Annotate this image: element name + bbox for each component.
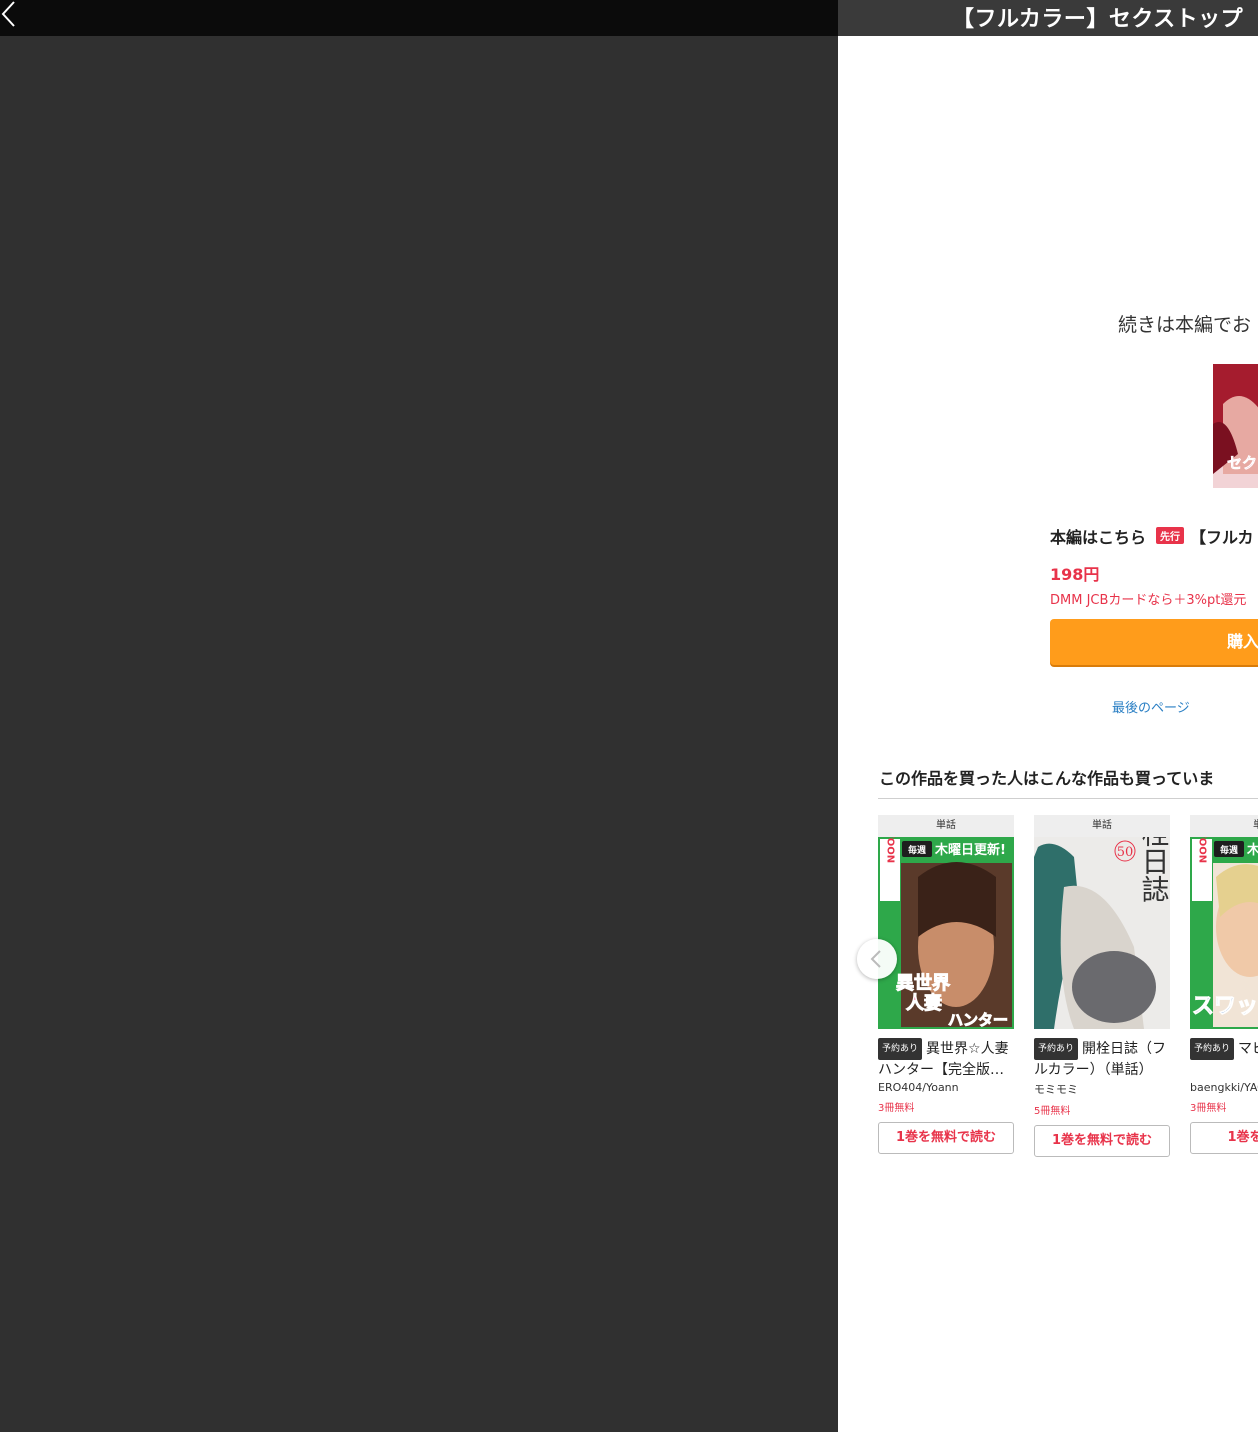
- cover-logo-text: TOON: [1197, 837, 1208, 863]
- page-title: 【フルカラー】セクストップ: [952, 7, 1244, 32]
- card-title-text: マピング【完: [1238, 1041, 1258, 1057]
- card-author: モミモミ: [1034, 1083, 1078, 1096]
- cover-update-text: 木曜日更新!: [934, 842, 1006, 858]
- viewer-dark-area: [0, 36, 838, 1432]
- card-title[interactable]: 予約ありマピング【完: [1190, 1038, 1258, 1078]
- cover-title: スワッピング: [1192, 993, 1258, 1019]
- buy-button-label: 購入: [1227, 632, 1258, 651]
- cover-title-line-1: 異世界: [896, 973, 950, 994]
- main-edition-label: 本編はこちら: [1050, 528, 1147, 547]
- cover-issue-number: 50: [1117, 845, 1134, 860]
- recommendation-card[interactable]: 単話 毎週 木曜日更新! TOON 異世界 人妻 ハンター 予約あり 異世界☆人妻…: [878, 815, 1014, 1154]
- cover-title-line-3: ハンター: [948, 1011, 1008, 1029]
- card-cover-image[interactable]: 毎週 木 TOON スワッピング: [1190, 837, 1258, 1029]
- card-author: ERO404/Yoann: [878, 1081, 959, 1094]
- card-title[interactable]: 予約あり 開栓日誌（フルカラー）（単話）: [1034, 1038, 1170, 1078]
- read-free-button[interactable]: 1巻を無料: [1190, 1122, 1258, 1154]
- card-type-label: 単話: [878, 815, 1014, 837]
- cover-update-text: 木: [1246, 842, 1258, 858]
- card-title[interactable]: 予約あり 異世界☆人妻ハンター【完全版…: [878, 1038, 1014, 1078]
- jcb-point-note: DMM JCBカードなら＋3%pt還元: [1050, 593, 1247, 608]
- cover-logo-text: TOON: [885, 837, 896, 863]
- main-cover-logo: セク: [1227, 454, 1257, 472]
- card-type-label: 単話: [1034, 815, 1170, 837]
- card-type-label: 単: [1190, 815, 1258, 837]
- end-page-panel: 【フルカラー】セクストップ 続きは本編でお セク 本編はこちら 先行 【フルカ 19…: [838, 0, 1258, 1432]
- cover-weekly-text: 毎週: [908, 844, 927, 856]
- buy-button[interactable]: 購入: [1050, 619, 1258, 665]
- card-free-count: 3冊無料: [878, 1103, 915, 1114]
- chevron-left-icon: [870, 950, 881, 968]
- cover-title: 開栓日誌: [1138, 837, 1171, 903]
- last-page-link[interactable]: 最後のページ: [1112, 697, 1190, 716]
- back-button[interactable]: [0, 0, 24, 30]
- card-cover-image[interactable]: 毎週 木曜日更新! TOON 異世界 人妻 ハンター: [878, 837, 1014, 1029]
- card-author: baengkki/YAG: [1190, 1081, 1258, 1094]
- carousel-prev-button[interactable]: [857, 939, 897, 979]
- recommendation-heading: この作品を買った人はこんな作品も買っていま: [879, 769, 1215, 788]
- card-free-count: 5冊無料: [1034, 1106, 1071, 1117]
- preview-badge: 先行: [1156, 527, 1185, 544]
- price: 198円: [1050, 565, 1100, 584]
- recommendation-card[interactable]: 単話 50 開栓日誌 予約あり 開栓日誌（フルカラー）（単話） モミモミ 5冊無料…: [1034, 815, 1170, 1157]
- chevron-left-icon: [1, 1, 15, 27]
- title-bar: 【フルカラー】セクストップ: [838, 0, 1258, 36]
- main-edition-line[interactable]: 本編はこちら 先行 【フルカ: [1050, 524, 1254, 548]
- reserve-badge: 予約あり: [1034, 1038, 1079, 1060]
- read-free-button[interactable]: 1巻を無料で読む: [878, 1122, 1014, 1154]
- cover-title-line-2: 人妻: [906, 993, 942, 1014]
- main-cover-image[interactable]: セク: [1213, 364, 1258, 488]
- card-free-count: 3冊無料: [1190, 1103, 1227, 1114]
- card-cover-image[interactable]: 50 開栓日誌: [1034, 837, 1170, 1029]
- recommendation-card[interactable]: 単 毎週 木 TOON スワッピング 予約ありマピング【完 baengkki/Y…: [1190, 815, 1258, 1154]
- divider: [878, 798, 1258, 799]
- cover-weekly-text: 毎週: [1220, 844, 1239, 856]
- continue-message: 続きは本編でお: [1118, 314, 1252, 336]
- main-edition-title: 【フルカ: [1190, 528, 1254, 547]
- reserve-badge: 予約あり: [1190, 1038, 1235, 1060]
- reserve-badge: 予約あり: [878, 1038, 923, 1060]
- read-free-button[interactable]: 1巻を無料で読む: [1034, 1125, 1170, 1157]
